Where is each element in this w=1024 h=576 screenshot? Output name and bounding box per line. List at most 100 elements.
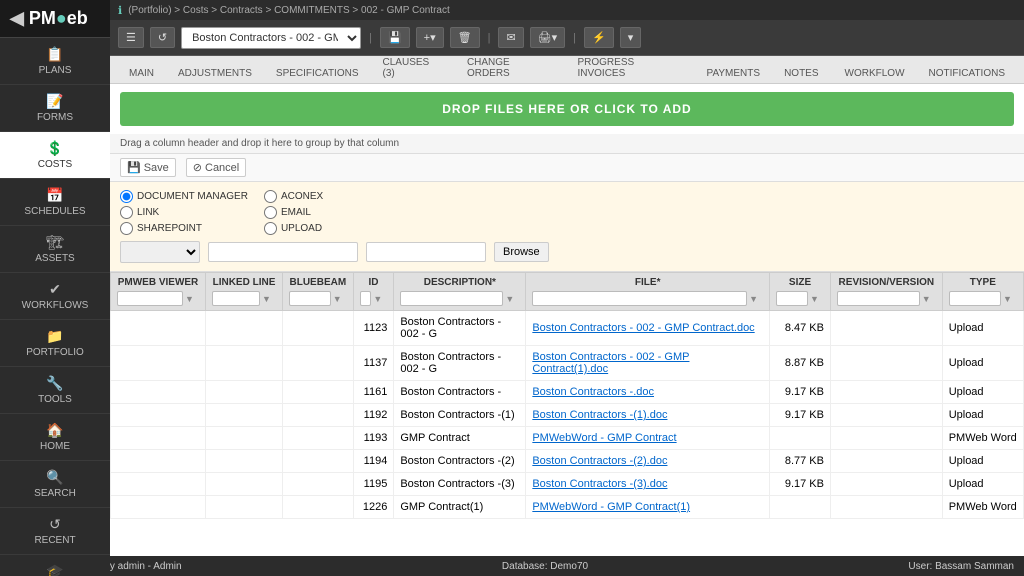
more-toolbar-button[interactable]: ▾	[620, 27, 642, 48]
print-toolbar-button[interactable]: 🖨▾	[530, 27, 566, 48]
cell-revision	[830, 473, 942, 496]
filter-size[interactable]	[776, 291, 808, 306]
list-view-button[interactable]: ☰	[118, 27, 144, 48]
filter-pmweb-viewer[interactable]	[117, 291, 183, 306]
tab-change-orders[interactable]: CHANGE ORDERS	[456, 52, 565, 83]
sidebar: ◀ PM●eb 📋 PLANS 📝 FORMS 💲 COSTS 📅 SCHEDU…	[0, 0, 110, 576]
radio-link[interactable]: LINK	[120, 206, 248, 219]
cell-pmweb-viewer	[111, 346, 206, 381]
filter-id[interactable]	[360, 291, 372, 306]
cell-description: Boston Contractors -	[394, 381, 526, 404]
tab-clauses[interactable]: CLAUSES (3)	[372, 52, 454, 83]
cell-file[interactable]: Boston Contractors -.doc	[526, 381, 770, 404]
table-row: 1192 Boston Contractors -(1) Boston Cont…	[111, 404, 1024, 427]
cell-bluebeam	[282, 450, 353, 473]
table-row: 1226 GMP Contract(1) PMWebWord - GMP Con…	[111, 496, 1024, 519]
cell-file[interactable]: Boston Contractors - 002 - GMP Contract(…	[526, 346, 770, 381]
radio-sharepoint[interactable]: SHAREPOINT	[120, 222, 248, 235]
sidebar-item-forms[interactable]: 📝 FORMS	[0, 85, 110, 132]
table-container: PMWEB VIEWER ▼ LINKED LINE ▼ BLUEBEAM ▼ …	[110, 272, 1024, 556]
cell-id: 1194	[353, 450, 394, 473]
cell-size: 9.17 KB	[770, 404, 831, 427]
status-user: User: Bassam Samman	[908, 561, 1014, 572]
cell-file[interactable]: PMWebWord - GMP Contract(1)	[526, 496, 770, 519]
cell-file[interactable]: Boston Contractors -(3).doc	[526, 473, 770, 496]
email-toolbar-button[interactable]: ✉	[498, 27, 523, 48]
cell-type: Upload	[942, 381, 1023, 404]
sidebar-item-forms-label: FORMS	[37, 112, 73, 123]
tab-notes[interactable]: NOTES	[773, 63, 829, 83]
cell-size: 8.47 KB	[770, 311, 831, 346]
undo-button[interactable]: ↺	[150, 27, 175, 48]
workflows-icon: ✔	[49, 281, 61, 298]
radio-aconex[interactable]: ACONEX	[264, 190, 323, 203]
cell-file[interactable]: Boston Contractors -(2).doc	[526, 450, 770, 473]
table-row: 1193 GMP Contract PMWebWord - GMP Contra…	[111, 427, 1024, 450]
save-toolbar-button[interactable]: 💾	[380, 27, 410, 48]
assets-icon: 🏗	[46, 234, 64, 251]
tab-workflow[interactable]: WORKFLOW	[834, 63, 916, 83]
cell-bluebeam	[282, 404, 353, 427]
filter-description[interactable]	[400, 291, 503, 306]
cell-file[interactable]: Boston Contractors -(1).doc	[526, 404, 770, 427]
tab-adjustments[interactable]: ADJUSTMENTS	[167, 63, 263, 83]
cell-size	[770, 427, 831, 450]
tab-specifications[interactable]: SPECIFICATIONS	[265, 63, 370, 83]
radio-group: DOCUMENT MANAGER LINK SHAREPOINT	[120, 190, 248, 235]
col-bluebeam: BLUEBEAM ▼	[282, 273, 353, 311]
tab-notifications[interactable]: NOTIFICATIONS	[918, 63, 1016, 83]
cell-type: Upload	[942, 311, 1023, 346]
tab-main[interactable]: MAIN	[118, 63, 165, 83]
sidebar-item-university[interactable]: 🎓 UNIVERSITY	[0, 555, 110, 576]
plans-icon: 📋	[46, 46, 63, 63]
cell-pmweb-viewer	[111, 381, 206, 404]
drop-files-area[interactable]: DROP FILES HERE OR CLICK TO ADD	[120, 92, 1014, 126]
col-linked-line: LINKED LINE ▼	[206, 273, 283, 311]
sidebar-item-schedules[interactable]: 📅 SCHEDULES	[0, 179, 110, 226]
cell-revision	[830, 346, 942, 381]
cell-description: GMP Contract	[394, 427, 526, 450]
radio-document-manager[interactable]: DOCUMENT MANAGER	[120, 190, 248, 203]
cell-revision	[830, 311, 942, 346]
filter-bluebeam[interactable]	[289, 291, 331, 306]
cell-description: Boston Contractors -(3)	[394, 473, 526, 496]
sidebar-item-plans[interactable]: 📋 PLANS	[0, 38, 110, 85]
add-row-description-input[interactable]	[208, 242, 358, 262]
cell-pmweb-viewer	[111, 450, 206, 473]
browse-button[interactable]: Browse	[494, 242, 549, 262]
sidebar-item-workflows[interactable]: ✔ WORKFLOWS	[0, 273, 110, 320]
sidebar-item-assets[interactable]: 🏗 ASSETS	[0, 226, 110, 273]
tab-progress-invoices[interactable]: PROGRESS INVOICES	[566, 52, 693, 83]
filter-type[interactable]	[949, 291, 1001, 306]
filter-revision[interactable]	[837, 291, 920, 306]
cell-linked-line	[206, 427, 283, 450]
action-bar: 💾 Save ⊘ Cancel	[110, 154, 1024, 182]
sidebar-item-costs[interactable]: 💲 COSTS	[0, 132, 110, 179]
cell-size: 8.87 KB	[770, 346, 831, 381]
sidebar-item-home[interactable]: 🏠 HOME	[0, 414, 110, 461]
radio-upload[interactable]: UPLOAD	[264, 222, 323, 235]
tab-payments[interactable]: PAYMENTS	[696, 63, 772, 83]
cell-description: Boston Contractors - 002 - G	[394, 311, 526, 346]
cell-file[interactable]: PMWebWord - GMP Contract	[526, 427, 770, 450]
add-row-file-input[interactable]	[366, 242, 486, 262]
cell-id: 1193	[353, 427, 394, 450]
sidebar-item-tools[interactable]: 🔧 TOOLS	[0, 367, 110, 414]
sidebar-item-recent[interactable]: ↺ RECENT	[0, 508, 110, 555]
record-dropdown[interactable]: Boston Contractors - 002 - GMP Con...	[181, 27, 361, 49]
add-toolbar-button[interactable]: +▾	[416, 27, 444, 48]
filter-file[interactable]	[532, 291, 747, 306]
sidebar-item-search[interactable]: 🔍 SEARCH	[0, 461, 110, 508]
sidebar-item-costs-label: COSTS	[38, 159, 72, 170]
delete-toolbar-button[interactable]: 🗑	[450, 27, 480, 48]
save-button[interactable]: 💾 Save	[120, 158, 176, 177]
radio-email[interactable]: EMAIL	[264, 206, 323, 219]
lightning-toolbar-button[interactable]: ⚡	[584, 27, 614, 48]
cancel-button[interactable]: ⊘ Cancel	[186, 158, 246, 177]
add-row-fields: Browse	[120, 241, 1014, 263]
add-row-select[interactable]	[120, 241, 200, 263]
portfolio-icon: 📁	[46, 328, 63, 345]
filter-linked-line[interactable]	[212, 291, 260, 306]
sidebar-item-portfolio[interactable]: 📁 PORTFOLIO	[0, 320, 110, 367]
cell-file[interactable]: Boston Contractors - 002 - GMP Contract.…	[526, 311, 770, 346]
